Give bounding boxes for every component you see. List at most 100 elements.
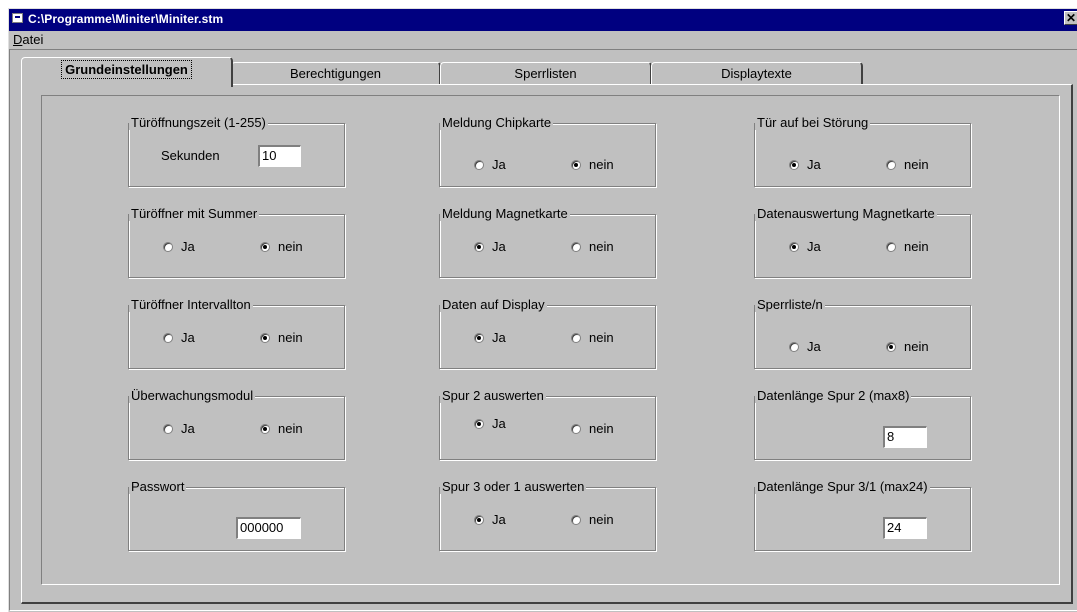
- radio-ja[interactable]: Ja: [163, 330, 195, 345]
- group-spur3-1-auswerten: Spur 3 oder 1 auswerten Ja nein: [439, 479, 656, 551]
- radio-ja[interactable]: Ja: [474, 157, 506, 172]
- radio-label: Ja: [181, 330, 195, 345]
- radio-off-icon: [474, 159, 484, 170]
- group-datenlaenge-spur3-1: Datenlänge Spur 3/1 (max24) 24: [754, 479, 971, 551]
- passwort-input[interactable]: 000000: [236, 517, 301, 539]
- radio-label: Ja: [181, 239, 195, 254]
- radio-on-icon: [474, 332, 484, 343]
- radio-label: Ja: [807, 157, 821, 172]
- radio-on-icon: [260, 423, 270, 434]
- radio-label: nein: [589, 421, 614, 436]
- radio-ja[interactable]: Ja: [474, 416, 506, 431]
- group-tuer-auf-bei-stoerung: Tür auf bei Störung Ja nein: [754, 115, 971, 187]
- radio-label: nein: [904, 239, 929, 254]
- radio-label: Ja: [492, 157, 506, 172]
- radio-off-icon: [571, 241, 581, 252]
- group-meldung-magnetkarte: Meldung Magnetkarte Ja nein: [439, 206, 656, 278]
- radio-off-icon: [886, 241, 896, 252]
- radio-label: nein: [589, 512, 614, 527]
- group-passwort: Passwort 000000: [128, 479, 345, 551]
- radio-label: nein: [278, 239, 303, 254]
- radio-label: nein: [904, 157, 929, 172]
- radio-ja[interactable]: Ja: [789, 239, 821, 254]
- radio-off-icon: [789, 341, 799, 352]
- group-title: Meldung Chipkarte: [440, 115, 554, 130]
- radio-nein[interactable]: nein: [571, 239, 614, 254]
- group-title: Türöffnungszeit (1-255): [129, 115, 268, 130]
- tab-grundeinstellungen[interactable]: Grundeinstellungen: [21, 57, 233, 87]
- group-daten-auf-display: Daten auf Display Ja nein: [439, 297, 656, 369]
- tab-label: Berechtigungen: [289, 66, 382, 81]
- group-sperrliste: Sperrliste/n Ja nein: [754, 297, 971, 369]
- tab-displaytexte[interactable]: Displaytexte: [651, 62, 863, 86]
- radio-label: Ja: [807, 339, 821, 354]
- group-title: Datenauswertung Magnetkarte: [755, 206, 937, 221]
- radio-nein[interactable]: nein: [886, 239, 929, 254]
- radio-on-icon: [886, 341, 896, 352]
- tab-sperrlisten[interactable]: Sperrlisten: [440, 62, 652, 86]
- radio-nein[interactable]: nein: [260, 239, 303, 254]
- radio-label: nein: [589, 239, 614, 254]
- radio-ja[interactable]: Ja: [474, 239, 506, 254]
- close-button[interactable]: ✕: [1064, 11, 1077, 25]
- group-title: Tür auf bei Störung: [755, 115, 871, 130]
- group-title: Datenlänge Spur 3/1 (max24): [755, 479, 930, 494]
- radio-ja[interactable]: Ja: [474, 330, 506, 345]
- group-title: Spur 2 auswerten: [440, 388, 546, 403]
- radio-nein[interactable]: nein: [886, 157, 929, 172]
- group-title: Passwort: [129, 479, 187, 494]
- radio-nein[interactable]: nein: [571, 330, 614, 345]
- group-datenauswertung-magnetkarte: Datenauswertung Magnetkarte Ja nein: [754, 206, 971, 278]
- app-icon[interactable]: [12, 13, 23, 23]
- radio-off-icon: [163, 241, 173, 252]
- datenlaenge-spur3-1-input[interactable]: 24: [883, 517, 927, 539]
- radio-ja[interactable]: Ja: [789, 157, 821, 172]
- group-ueberwachungsmodul: Überwachungsmodul Ja nein: [128, 388, 345, 460]
- group-title: Datenlänge Spur 2 (max8): [755, 388, 912, 403]
- radio-on-icon: [474, 418, 484, 429]
- group-title: Spur 3 oder 1 auswerten: [440, 479, 587, 494]
- radio-label: nein: [904, 339, 929, 354]
- radio-nein[interactable]: nein: [571, 512, 614, 527]
- radio-nein[interactable]: nein: [260, 421, 303, 436]
- radio-label: nein: [589, 157, 614, 172]
- menu-bar: Datei: [9, 31, 1077, 49]
- menu-datei-accelerator: D: [13, 32, 23, 47]
- group-spur2-auswerten: Spur 2 auswerten Ja nein: [439, 388, 656, 460]
- group-tueroeffner-intervallton: Türöffner Intervallton Ja nein: [128, 297, 345, 369]
- radio-label: Ja: [492, 330, 506, 345]
- group-title: Daten auf Display: [440, 297, 547, 312]
- radio-on-icon: [789, 159, 799, 170]
- radio-ja[interactable]: Ja: [789, 339, 821, 354]
- radio-on-icon: [474, 514, 484, 525]
- sekunden-label: Sekunden: [161, 148, 220, 163]
- radio-nein[interactable]: nein: [571, 157, 614, 172]
- group-datenlaenge-spur2: Datenlänge Spur 2 (max8) 8: [754, 388, 971, 460]
- group-title: Überwachungsmodul: [129, 388, 256, 403]
- radio-off-icon: [163, 423, 173, 434]
- radio-ja[interactable]: Ja: [474, 512, 506, 527]
- radio-label: Ja: [492, 239, 506, 254]
- tab-label: Displaytexte: [721, 66, 792, 81]
- radio-label: nein: [589, 330, 614, 345]
- tab-label: Sperrlisten: [514, 66, 577, 81]
- radio-nein[interactable]: nein: [260, 330, 303, 345]
- group-title: Meldung Magnetkarte: [440, 206, 570, 221]
- tab-berechtigungen[interactable]: Berechtigungen: [231, 62, 441, 86]
- tueroeffnungszeit-input[interactable]: 10: [258, 145, 301, 167]
- group-title: Türöffner Intervallton: [129, 297, 253, 312]
- radio-ja[interactable]: Ja: [163, 239, 195, 254]
- radio-label: Ja: [492, 512, 506, 527]
- radio-off-icon: [571, 332, 581, 343]
- datenlaenge-spur2-input[interactable]: 8: [883, 426, 927, 448]
- window-title: C:\Programme\Miniter\Miniter.stm: [28, 12, 224, 26]
- radio-nein[interactable]: nein: [886, 339, 929, 354]
- radio-nein[interactable]: nein: [571, 421, 614, 436]
- radio-ja[interactable]: Ja: [163, 421, 195, 436]
- radio-on-icon: [474, 241, 484, 252]
- menu-datei-label: atei: [22, 32, 44, 47]
- title-bar: C:\Programme\Miniter\Miniter.stm ✕: [9, 9, 1077, 31]
- menu-datei[interactable]: Datei: [13, 32, 43, 47]
- group-tueroeffnungszeit: Türöffnungszeit (1-255) Sekunden 10: [128, 115, 345, 187]
- group-title: Türöffner mit Summer: [129, 206, 260, 221]
